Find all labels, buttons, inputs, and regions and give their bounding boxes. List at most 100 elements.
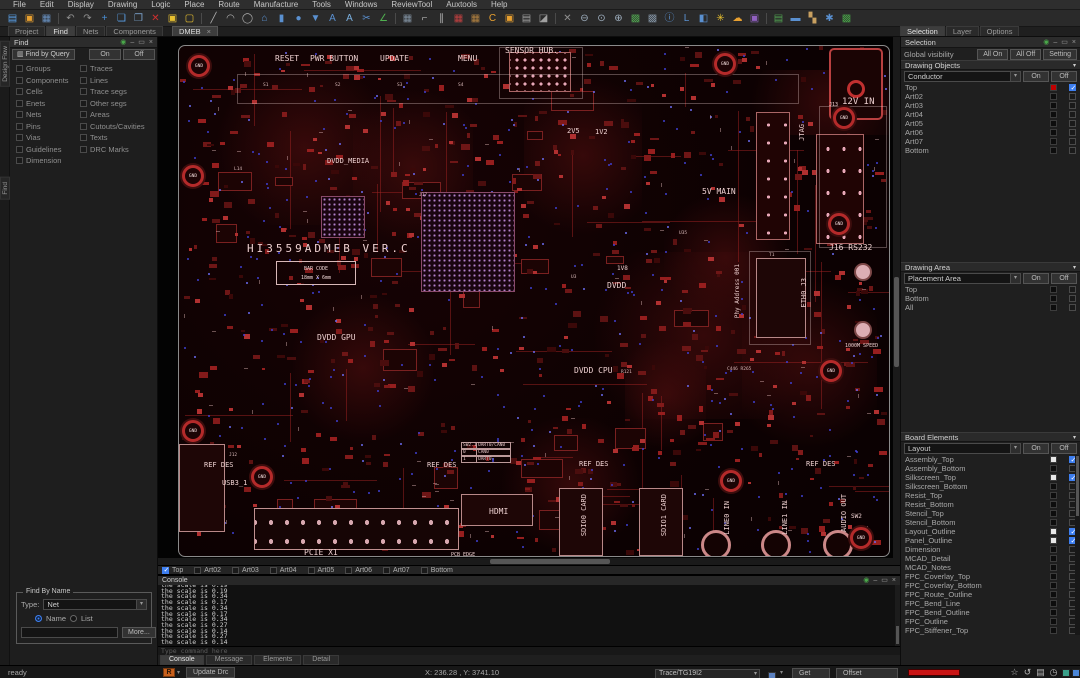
- board-elements-scrollbar[interactable]: [1075, 455, 1080, 635]
- recent-icon[interactable]: ◷: [1047, 667, 1060, 678]
- zoom-in-icon[interactable]: ⊕: [611, 12, 626, 25]
- mesh-brown-icon[interactable]: ▦: [468, 12, 483, 25]
- flip-icon[interactable]: ◪: [536, 12, 551, 25]
- visibility-checkbox[interactable]: [1069, 295, 1076, 302]
- visibility-checkbox[interactable]: [1069, 102, 1076, 109]
- menu-windows[interactable]: Windows: [338, 0, 384, 10]
- color-swatch[interactable]: [1050, 102, 1057, 109]
- layer-checkbox[interactable]: [194, 567, 201, 574]
- checkbox[interactable]: [16, 77, 23, 84]
- board-grey-icon[interactable]: ▩: [645, 12, 660, 25]
- color-swatch[interactable]: [1050, 600, 1057, 607]
- route-pattern-icon[interactable]: ∥: [434, 12, 449, 25]
- menu-route[interactable]: Route: [211, 0, 246, 10]
- menu-help[interactable]: Help: [484, 0, 514, 10]
- float-icon[interactable]: ▭: [138, 38, 145, 47]
- layer-checkbox[interactable]: [345, 567, 352, 574]
- info-icon[interactable]: ⓘ: [662, 12, 677, 25]
- usb3-connector[interactable]: [179, 444, 225, 532]
- setting-button[interactable]: Setting: [1043, 49, 1077, 60]
- color-swatch[interactable]: [1050, 138, 1057, 145]
- find-by-query-button[interactable]: ▥ Find by Query: [12, 49, 75, 60]
- color-swatch[interactable]: [1050, 501, 1057, 508]
- section-header[interactable]: Board Elements▾: [901, 432, 1080, 442]
- checkbox[interactable]: [80, 134, 87, 141]
- document-tab[interactable]: DMEB ×: [172, 26, 218, 36]
- canvas-vertical-scrollbar[interactable]: [893, 37, 900, 558]
- color-swatch[interactable]: [1050, 93, 1057, 100]
- color-swatch[interactable]: [1050, 483, 1057, 490]
- update-drc-button[interactable]: Update Drc: [186, 667, 235, 678]
- dot-tool-icon[interactable]: ●: [291, 12, 306, 25]
- console-tab-detail[interactable]: Detail: [303, 655, 339, 665]
- open-file-icon[interactable]: ▣: [22, 12, 37, 25]
- pcb-board[interactable]: GNDGNDGNDGNDGNDGNDGNDGNDGNDGNDBAR CODE18…: [178, 45, 890, 557]
- color-swatch[interactable]: [1050, 582, 1057, 589]
- lock-icon[interactable]: ▣: [165, 12, 180, 25]
- copy-icon[interactable]: ❏: [114, 12, 129, 25]
- rect-tool-icon[interactable]: ▮: [274, 12, 289, 25]
- cut-icon[interactable]: ✂: [359, 12, 374, 25]
- float-icon[interactable]: ▭: [881, 576, 888, 585]
- tab-find[interactable]: Find: [46, 26, 75, 36]
- history-icon[interactable]: ↺: [1021, 667, 1034, 678]
- zoom-fit-icon[interactable]: ⊙: [594, 12, 609, 25]
- menu-place[interactable]: Place: [177, 0, 211, 10]
- layer-class-dropdown[interactable]: Conductor▾: [904, 71, 1021, 82]
- color-swatch[interactable]: [1050, 564, 1057, 571]
- checkbox[interactable]: [16, 100, 23, 107]
- line-tool-icon[interactable]: ╱: [206, 12, 221, 25]
- chevron-down-icon[interactable]: ▾: [1010, 444, 1020, 453]
- color-swatch[interactable]: [1050, 120, 1057, 127]
- rotate-icon[interactable]: C: [485, 12, 500, 25]
- collapse-icon[interactable]: ▾: [1073, 434, 1076, 441]
- type-dropdown[interactable]: Net ▾: [43, 599, 147, 610]
- text-frame-icon[interactable]: A: [325, 12, 340, 25]
- visibility-checkbox[interactable]: [1069, 304, 1076, 311]
- color-swatch[interactable]: [1050, 546, 1057, 553]
- color-swatch[interactable]: [1050, 492, 1057, 499]
- tab-nets[interactable]: Nets: [76, 26, 105, 36]
- color-swatch[interactable]: [1050, 510, 1057, 517]
- circle-tool-icon[interactable]: ◯: [240, 12, 255, 25]
- close-icon[interactable]: ×: [892, 576, 896, 585]
- angle-icon[interactable]: L: [679, 12, 694, 25]
- color-swatch[interactable]: [1050, 474, 1057, 481]
- close-icon[interactable]: ×: [207, 27, 211, 36]
- visibility-checkbox[interactable]: [1069, 286, 1076, 293]
- more-button[interactable]: More...: [122, 627, 156, 638]
- zoom-out-icon[interactable]: ⊖: [577, 12, 592, 25]
- triangle-tool-icon[interactable]: ▼: [308, 12, 323, 25]
- checkbox[interactable]: [80, 111, 87, 118]
- offset-button[interactable]: Offset: [836, 668, 898, 678]
- layer-checkbox[interactable]: [270, 567, 277, 574]
- trace-style-dropdown[interactable]: Trace/TG19I2▾: [655, 669, 760, 678]
- checkbox[interactable]: [16, 123, 23, 130]
- color-swatch[interactable]: [1050, 609, 1057, 616]
- layer-class-dropdown[interactable]: Layout▾: [904, 443, 1021, 454]
- active-color-swatch[interactable]: [768, 672, 776, 678]
- target-icon[interactable]: ▣: [502, 12, 517, 25]
- save-file-icon[interactable]: ▦: [39, 12, 54, 25]
- main-soc-bga[interactable]: [421, 192, 515, 292]
- minimize-icon[interactable]: –: [130, 38, 134, 47]
- checkbox[interactable]: [16, 65, 23, 72]
- layer-checkbox[interactable]: [162, 567, 169, 574]
- on-button[interactable]: On: [1023, 443, 1049, 454]
- menu-file[interactable]: File: [6, 0, 33, 10]
- measure-icon[interactable]: ∠: [376, 12, 391, 25]
- cloud-icon[interactable]: ☁: [730, 12, 745, 25]
- find-off-button[interactable]: Off: [123, 49, 155, 60]
- checkbox[interactable]: [80, 77, 87, 84]
- pcb-canvas[interactable]: GNDGNDGNDGNDGNDGNDGNDGNDGNDGNDBAR CODE18…: [158, 37, 900, 565]
- minimize-icon[interactable]: –: [873, 576, 877, 585]
- layer-checkbox[interactable]: [308, 567, 315, 574]
- layer-checkbox[interactable]: [232, 567, 239, 574]
- console-tab-elements[interactable]: Elements: [254, 655, 301, 665]
- visibility-checkbox[interactable]: [1069, 147, 1076, 154]
- drc-badge[interactable]: R: [163, 668, 175, 677]
- list-green-icon[interactable]: ▤: [771, 12, 786, 25]
- section-header[interactable]: Drawing Area▾: [901, 262, 1080, 272]
- color-swatch[interactable]: [1050, 465, 1057, 472]
- get-button[interactable]: Get: [792, 668, 830, 678]
